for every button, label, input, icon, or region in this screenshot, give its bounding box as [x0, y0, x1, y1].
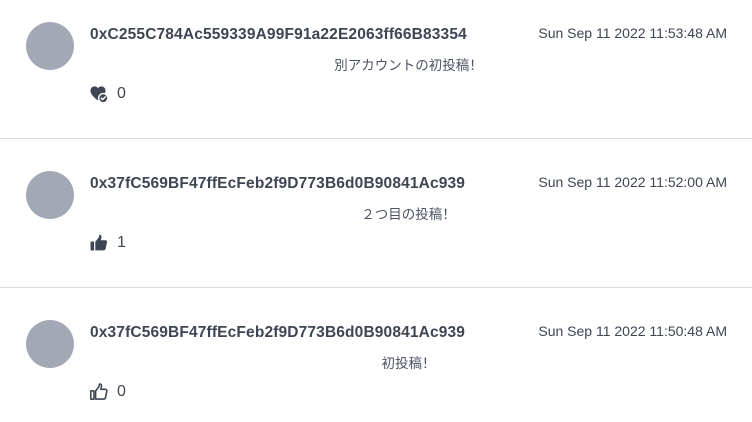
post-timestamp: Sun Sep 11 2022 11:52:00 AM	[538, 174, 727, 190]
avatar	[26, 171, 74, 219]
post-item: 0x37fC569BF47ffEcFeb2f9D773B6d0B90841Ac9…	[0, 149, 752, 297]
thumbs-up-outline-icon[interactable]	[89, 381, 111, 403]
reaction-count: 0	[117, 85, 126, 102]
post-message: 別アカウントの初投稿！	[334, 58, 483, 74]
heart-check-icon[interactable]	[89, 83, 111, 105]
avatar	[26, 22, 74, 70]
post-timestamp: Sun Sep 11 2022 11:50:48 AM	[538, 323, 727, 339]
post-item: 0xC255C784Ac559339A99F91a22E2063ff66B833…	[0, 0, 752, 148]
avatar	[26, 320, 74, 368]
divider	[0, 287, 752, 288]
reaction-row: 0	[89, 83, 126, 105]
post-item: 0x37fC569BF47ffEcFeb2f9D773B6d0B90841Ac9…	[0, 298, 752, 422]
post-message: ２つ目の投稿！	[361, 207, 456, 223]
divider	[0, 138, 752, 139]
post-timestamp: Sun Sep 11 2022 11:53:48 AM	[538, 25, 727, 41]
reaction-count: 1	[117, 234, 126, 251]
reaction-row: 0	[89, 381, 126, 403]
post-author-address: 0xC255C784Ac559339A99F91a22E2063ff66B833…	[90, 26, 467, 43]
reaction-count: 0	[117, 383, 126, 400]
thumbs-up-filled-icon[interactable]	[89, 232, 111, 254]
post-message: 初投稿！	[381, 356, 436, 372]
post-author-address: 0x37fC569BF47ffEcFeb2f9D773B6d0B90841Ac9…	[90, 324, 466, 341]
post-feed: 0xC255C784Ac559339A99F91a22E2063ff66B833…	[0, 0, 752, 422]
post-author-address: 0x37fC569BF47ffEcFeb2f9D773B6d0B90841Ac9…	[90, 175, 466, 192]
reaction-row: 1	[89, 232, 126, 254]
